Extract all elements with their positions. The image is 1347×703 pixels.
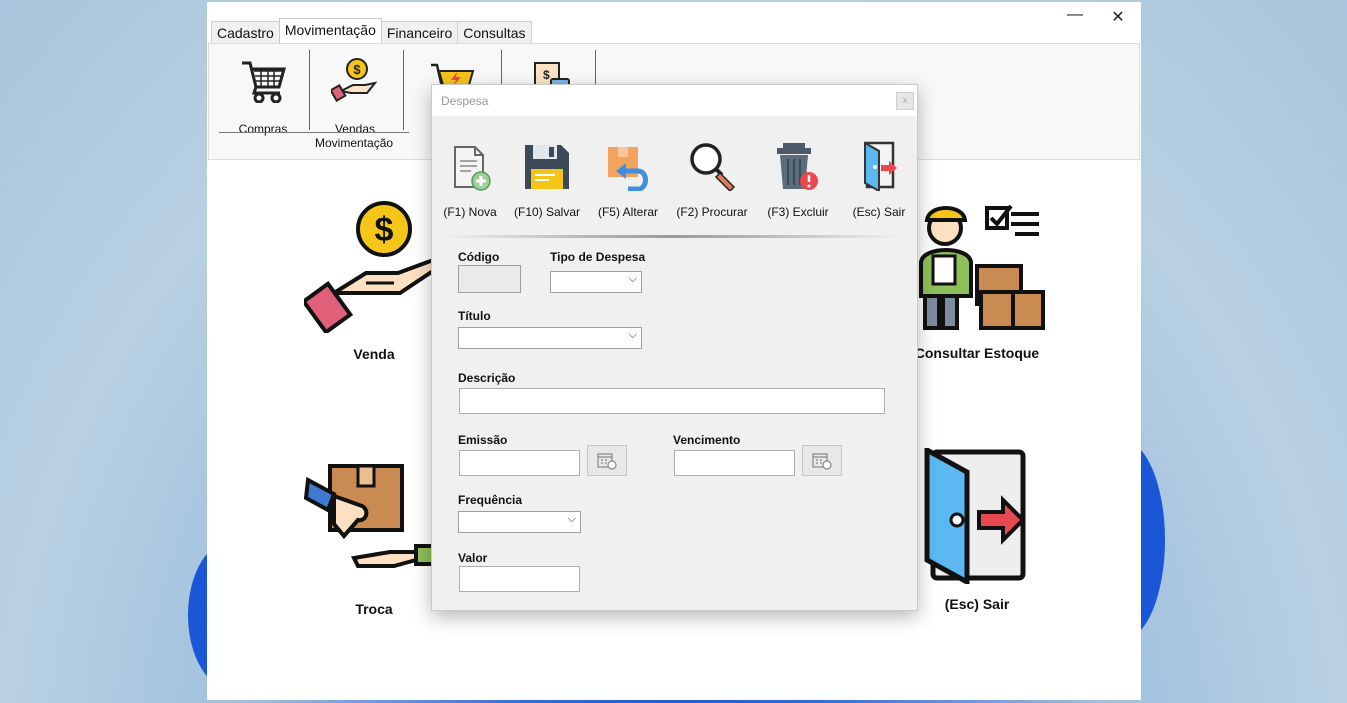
tipo-despesa-label: Tipo de Despesa	[550, 250, 646, 264]
emissao-calendar-button[interactable]	[587, 445, 627, 476]
ribbon-group-divider	[219, 132, 409, 133]
ribbon-tabs: Cadastro Movimentação Financeiro Consult…	[211, 18, 532, 44]
dialog-close-button[interactable]: x	[896, 92, 914, 110]
floppy-save-icon	[514, 137, 580, 191]
nova-button[interactable]: (F1) Nova	[442, 137, 498, 219]
toolbar-divider	[444, 235, 902, 238]
procurar-button[interactable]: (F2) Procurar	[675, 137, 749, 219]
emissao-field[interactable]	[459, 450, 580, 476]
frequencia-select[interactable]: ⌵	[458, 511, 581, 533]
tipo-despesa-select[interactable]: ⌵	[550, 271, 642, 293]
salvar-label: (F10) Salvar	[514, 205, 581, 219]
new-document-icon	[442, 137, 498, 191]
venda-button[interactable]: $ Venda	[300, 197, 444, 362]
ribbon-separator	[403, 50, 404, 130]
tab-financeiro[interactable]: Financeiro	[380, 21, 459, 44]
excluir-button[interactable]: (F3) Excluir	[766, 137, 830, 219]
ribbon-vendas-button[interactable]: $ Vendas	[310, 52, 400, 136]
excluir-label: (F3) Excluir	[767, 205, 829, 219]
hand-coin-icon: $	[310, 52, 400, 108]
consultar-estoque-label: Consultar Estoque	[914, 345, 1040, 361]
ribbon-compras-label: Compras	[238, 122, 288, 136]
chevron-down-icon: ⌵	[628, 273, 637, 285]
emissao-label: Emissão	[458, 433, 508, 447]
ribbon-compras-button[interactable]: Compras	[218, 52, 308, 136]
svg-text:$: $	[375, 211, 394, 249]
vencimento-label: Vencimento	[673, 433, 741, 447]
titulo-select[interactable]: ⌵	[458, 327, 642, 349]
descricao-field[interactable]	[459, 388, 885, 414]
vencimento-field[interactable]	[674, 450, 795, 476]
sair-dialog-button[interactable]: (Esc) Sair	[850, 137, 908, 219]
troca-label: Troca	[355, 601, 393, 617]
salvar-button[interactable]: (F10) Salvar	[514, 137, 580, 219]
alterar-label: (F5) Alterar	[597, 205, 658, 219]
calendar-icon	[812, 452, 832, 470]
svg-text:$: $	[353, 62, 361, 77]
vencimento-calendar-button[interactable]	[802, 445, 842, 476]
sair-main-label: (Esc) Sair	[944, 596, 1010, 612]
descricao-label: Descrição	[458, 371, 516, 385]
procurar-label: (F2) Procurar	[676, 205, 748, 219]
consultar-estoque-button[interactable]: Consultar Estoque	[907, 200, 1047, 361]
frequencia-label: Frequência	[458, 493, 523, 507]
minimize-button[interactable]: —	[1065, 6, 1085, 24]
calendar-icon	[597, 452, 617, 470]
dialog-titlebar: Despesa x	[432, 85, 917, 116]
valor-label: Valor	[458, 551, 488, 565]
svg-text:$: $	[543, 68, 550, 82]
sair-dialog-label: (Esc) Sair	[852, 205, 906, 219]
close-window-button[interactable]: ✕	[1108, 7, 1128, 27]
exit-door-icon	[924, 445, 1026, 587]
titulo-label: Título	[458, 309, 491, 323]
valor-field[interactable]	[459, 566, 580, 592]
nova-label: (F1) Nova	[443, 205, 497, 219]
alterar-button[interactable]: (F5) Alterar	[595, 137, 661, 219]
delivery-man-boxes-icon	[919, 204, 1045, 330]
sair-main-button[interactable]: (Esc) Sair	[907, 445, 1047, 612]
box-handover-icon	[303, 464, 442, 568]
chevron-down-icon: ⌵	[628, 329, 637, 341]
ribbon-group-label: Movimentação	[315, 136, 394, 150]
exit-door-icon	[850, 137, 908, 191]
codigo-field[interactable]	[458, 265, 521, 293]
codigo-label: Código	[458, 250, 500, 264]
chevron-down-icon: ⌵	[567, 513, 576, 525]
edit-undo-box-icon	[595, 137, 661, 191]
tab-consultas[interactable]: Consultas	[457, 21, 532, 44]
magnifier-icon	[675, 137, 749, 191]
trash-icon	[766, 137, 830, 191]
tab-cadastro[interactable]: Cadastro	[211, 21, 280, 44]
venda-label: Venda	[353, 346, 395, 362]
dialog-title: Despesa	[441, 94, 489, 108]
hand-dollar-icon: $	[300, 201, 442, 335]
ribbon-vendas-label: Vendas	[334, 122, 376, 136]
shopping-cart-icon	[218, 52, 308, 108]
troca-button[interactable]: Troca	[303, 462, 444, 617]
despesa-dialog: Despesa x (F1) Nova (F10) Salvar (F5) Al…	[431, 84, 918, 611]
tab-movimentacao[interactable]: Movimentação	[278, 18, 382, 44]
